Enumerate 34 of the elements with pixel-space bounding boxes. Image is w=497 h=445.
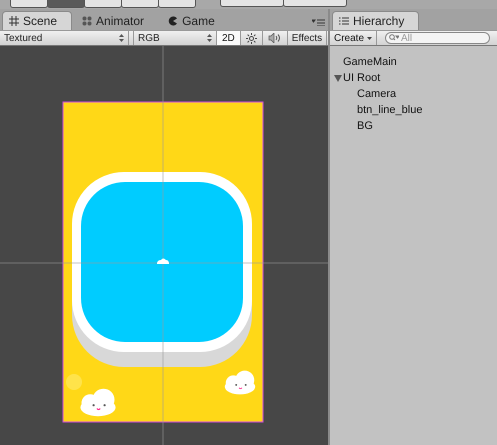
expanded-arrow-icon[interactable] [334,74,342,82]
grid-icon [9,16,19,26]
tree-item[interactable]: GameMain [343,56,397,68]
updown-arrow-icon [119,34,124,42]
dropdown[interactable]: Textured [0,31,129,45]
speaker-icon[interactable] [268,33,282,43]
list-icon [339,17,349,25]
tree-item[interactable]: UI Root [343,72,380,84]
create-menu[interactable]: Create [334,31,378,45]
cloud-drawing [224,370,256,394]
sun-icon[interactable] [246,32,257,44]
tree-item[interactable]: BG [357,120,373,132]
pacman-icon [168,16,178,26]
search-field[interactable]: All [385,32,490,44]
toolbar-button[interactable] [158,0,196,8]
toolbar-button[interactable] [220,0,284,7]
tab[interactable]: Scene [2,11,72,30]
tree-item[interactable]: btn_line_blue [357,104,422,116]
nodes-icon [82,16,92,26]
search-icon [389,34,400,42]
toolbar-button[interactable] [10,0,48,8]
toolbar-button[interactable] [121,0,159,8]
toolbar-button[interactable] [84,0,122,8]
caret-icon [367,36,372,40]
effects-menu[interactable]: Effects [288,31,328,45]
search-input[interactable]: All [401,32,482,44]
menu-icon[interactable] [312,19,325,26]
toolbar-button[interactable] [283,0,347,7]
tab[interactable]: Hierarchy [332,11,420,30]
camera-gizmo-icon [157,258,169,264]
scene-view[interactable] [0,46,328,445]
updown-arrow-icon [207,34,212,42]
tree-item[interactable]: Camera [357,88,396,100]
mode-toggle[interactable]: 2D [217,31,241,45]
